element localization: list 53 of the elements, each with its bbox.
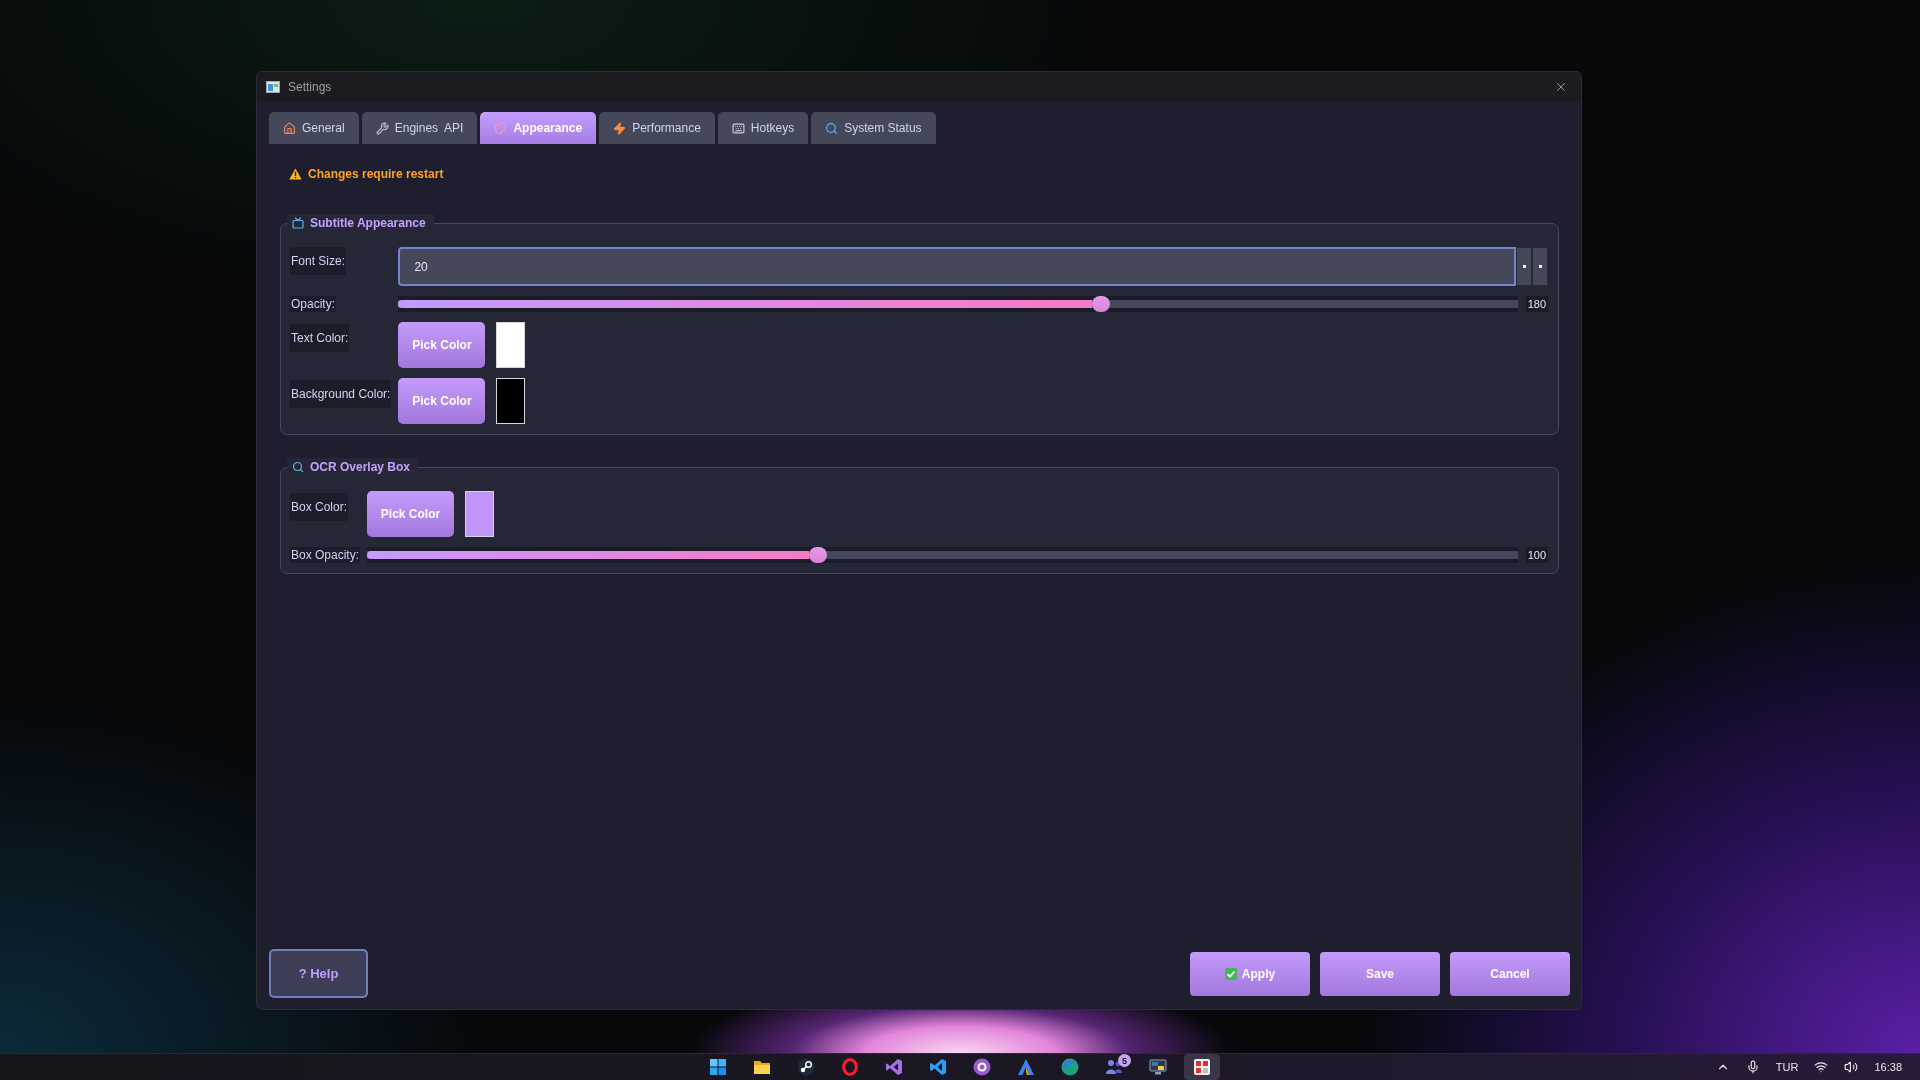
start-menu-icon[interactable] — [709, 1058, 727, 1076]
slider-track[interactable] — [367, 547, 1518, 563]
speaker-icon[interactable] — [1844, 1060, 1859, 1074]
search-icon — [825, 121, 839, 135]
field-label: Font Size: — [290, 247, 347, 275]
close-icon — [1554, 80, 1568, 94]
people-icon[interactable] — [1105, 1058, 1123, 1076]
tab[interactable]: Performance — [599, 112, 715, 144]
grid-icon[interactable] — [1184, 1054, 1220, 1080]
lightning-icon — [613, 121, 627, 135]
folder-icon[interactable] — [753, 1058, 771, 1076]
field-label: Box Opacity: — [290, 547, 361, 563]
field-label: Text Color: — [290, 324, 350, 352]
slider-handle[interactable] — [1092, 296, 1111, 312]
field-label: Opacity: — [290, 296, 336, 312]
warning-text: Changes require restart — [308, 167, 444, 181]
slider-track[interactable] — [398, 296, 1518, 312]
tab[interactable]: Hotkeys — [717, 112, 809, 144]
tv-icon — [292, 217, 304, 229]
tab[interactable]: General — [269, 112, 359, 144]
group-title: OCR Overlay Box — [310, 460, 411, 474]
field-label: Box Color: — [290, 493, 349, 521]
language-text[interactable]: TUR — [1775, 1061, 1799, 1073]
target-icon[interactable] — [973, 1058, 991, 1076]
window-icon — [266, 81, 280, 93]
tab[interactable]: Engines API — [361, 112, 478, 144]
warning-icon — [289, 168, 302, 180]
slider-handle[interactable] — [808, 547, 827, 563]
ring-icon[interactable] — [841, 1058, 859, 1076]
linked-circles-icon[interactable] — [797, 1058, 815, 1076]
slider-value: 180 — [1525, 296, 1548, 312]
microphone-icon[interactable] — [1745, 1060, 1760, 1074]
palette-icon — [494, 121, 508, 135]
ribbon-icon[interactable] — [929, 1058, 947, 1076]
monitor-icon[interactable] — [1149, 1058, 1167, 1076]
help-button[interactable]: ? Help — [269, 949, 368, 998]
check-icon — [1224, 967, 1237, 980]
window-title: Settings — [288, 80, 332, 94]
swirl-icon[interactable] — [1061, 1058, 1079, 1076]
magnifier-icon — [292, 461, 304, 473]
notification-count: 5 — [1118, 1054, 1131, 1067]
wrench-icon — [375, 121, 389, 135]
keyboard-icon — [731, 121, 745, 135]
house-icon — [283, 121, 296, 135]
tab[interactable]: System Status — [811, 112, 936, 144]
number-field[interactable]: 20 — [398, 247, 1516, 286]
field-label: Background Color: — [290, 380, 392, 408]
clock-text[interactable]: 16:38 — [1874, 1061, 1902, 1073]
slider-value: 100 — [1525, 547, 1548, 563]
ribbon-icon[interactable] — [885, 1058, 903, 1076]
wifi-icon[interactable] — [1814, 1060, 1829, 1074]
peak-icon[interactable] — [1017, 1058, 1035, 1076]
group-title: Subtitle Appearance — [310, 216, 426, 230]
